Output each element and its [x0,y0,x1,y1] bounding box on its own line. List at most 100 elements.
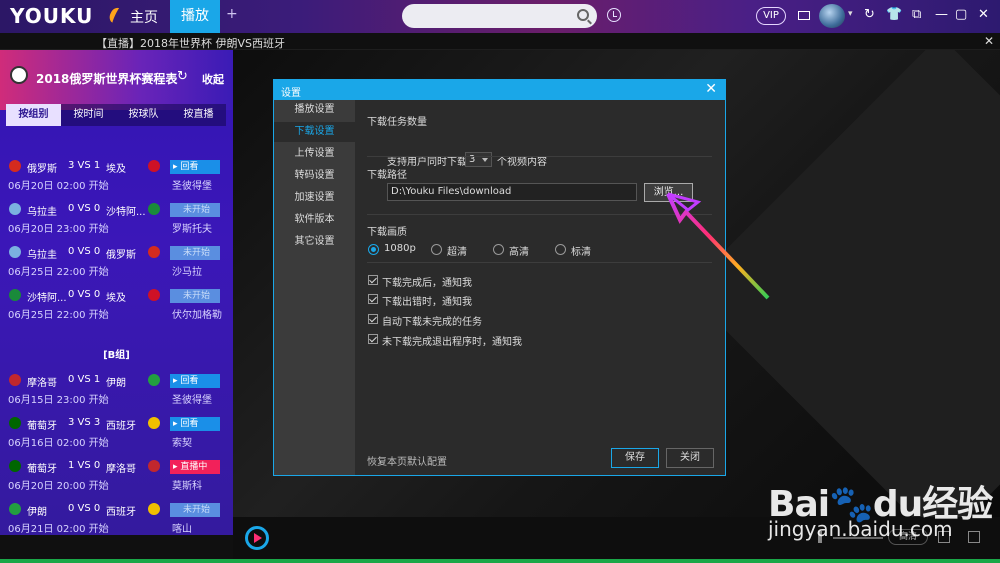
list-item[interactable]: 伊朗 0 VS 0 西班牙 未开始 06月21日 02:00 开始 喀山 [0,501,233,535]
match-score: 3 VS 1 [68,160,101,171]
menu-software-version[interactable]: 软件版本 [274,210,355,230]
mail-icon[interactable] [798,11,810,20]
menu-play-settings[interactable]: 播放设置 [274,100,355,120]
match-status-button[interactable]: 未开始 [170,503,220,517]
away-team: 俄罗斯 [106,250,136,261]
checkbox-notify-complete[interactable] [368,275,378,285]
live-title: 【直播】2018年世界杯 伊朗VS西班牙 [96,37,285,50]
tab-by-time[interactable]: 按时间 [61,104,116,126]
away-team: 沙特阿... [106,207,146,218]
checkbox-label-auto-resume: 自动下载未完成的任务 [382,317,482,328]
checkbox-notify-exit[interactable] [368,334,378,344]
match-venue: 沙马拉 [172,267,202,278]
menu-other-settings[interactable]: 其它设置 [274,232,355,252]
match-time: 06月16日 02:00 开始 [8,438,109,449]
minimize-icon[interactable]: — [935,7,948,23]
checkbox-auto-resume[interactable] [368,314,378,324]
settings-menu: 播放设置 下载设置 上传设置 转码设置 加速设置 软件版本 其它设置 [274,100,355,475]
menu-upload-settings[interactable]: 上传设置 [274,144,355,164]
collapse-button[interactable]: 收起 [202,71,224,87]
play-icon[interactable] [245,526,269,550]
download-path-label: 下载路径 [367,170,407,181]
home-flag-icon [9,417,21,429]
match-venue: 喀山 [172,524,192,535]
menu-accelerate-settings[interactable]: 加速设置 [274,188,355,208]
download-path-input[interactable]: D:\Youku Files\download [387,183,637,201]
maximize-icon[interactable]: ▢ [955,7,967,23]
refresh-icon[interactable]: ↻ [864,7,875,23]
home-team: 俄罗斯 [27,164,57,175]
checkbox-notify-error[interactable] [368,294,378,304]
search-input[interactable] [402,4,597,28]
tab-by-group[interactable]: 按组别 [6,104,61,126]
list-item[interactable]: 乌拉圭 0 VS 0 沙特阿... 未开始 06月20日 23:00 开始 罗斯托夫 [0,201,233,245]
match-venue: 伏尔加格勒 [172,310,222,321]
list-item[interactable]: 葡萄牙 3 VS 3 西班牙 ▸ 回看 06月16日 02:00 开始 索契 [0,415,233,459]
checkbox-label-notify-complete: 下载完成后，通知我 [382,278,472,289]
match-time: 06月21日 02:00 开始 [8,524,109,535]
match-status-button[interactable]: 未开始 [170,289,220,303]
task-count-select[interactable]: 3 [465,152,492,167]
quality-radio-super[interactable] [431,244,442,255]
nav-home-tab[interactable]: 主页 [130,7,158,27]
task-count-label: 下载任务数量 [367,117,427,128]
watermark-url: jingyan.baidu.com [768,517,953,541]
history-icon[interactable] [607,8,621,22]
home-flag-icon [9,203,21,215]
tab-by-live[interactable]: 按直播 [171,104,226,126]
away-team: 摩洛哥 [106,464,136,475]
list-item[interactable]: 俄罗斯 3 VS 1 埃及 ▸ 回看 06月20日 02:00 开始 圣彼得堡 [0,158,233,202]
match-time: 06月20日 23:00 开始 [8,224,109,235]
quality-radio-1080p[interactable] [368,244,379,255]
quality-radio-standard[interactable] [555,244,566,255]
save-button[interactable]: 保存 [611,448,659,468]
dialog-header: 设置 ✕ [274,80,725,100]
home-team: 伊朗 [27,507,47,518]
schedule-tabs: 按组别 按时间 按球队 按直播 [6,104,226,126]
quality-label-1080p: 1080p [384,243,416,254]
refresh-icon[interactable]: ↻ [177,69,188,84]
nav-play-tab[interactable]: 播放 [170,0,220,33]
match-score: 0 VS 0 [68,289,101,300]
menu-download-settings[interactable]: 下载设置 [274,122,355,142]
list-item[interactable]: 摩洛哥 0 VS 1 伊朗 ▸ 回看 06月15日 23:00 开始 圣彼得堡 [0,372,233,416]
match-status-button[interactable]: ▸ 回看 [170,417,220,431]
quality-radio-high[interactable] [493,244,504,255]
match-status-button[interactable]: 未开始 [170,246,220,260]
match-score: 1 VS 0 [68,460,101,471]
menu-transcode-settings[interactable]: 转码设置 [274,166,355,186]
home-team: 葡萄牙 [27,421,57,432]
away-flag-icon [148,374,160,386]
home-team: 乌拉圭 [27,250,57,261]
close-icon[interactable]: ✕ [978,7,989,23]
match-status-button[interactable]: 未开始 [170,203,220,217]
match-venue: 莫斯科 [172,481,202,492]
divider [367,156,712,157]
reset-defaults-link[interactable]: 恢复本页默认配置 [367,453,447,468]
match-time: 06月20日 20:00 开始 [8,481,109,492]
live-title-bar: 【直播】2018年世界杯 伊朗VS西班牙 ✕ [0,33,1000,50]
close-icon[interactable]: ✕ [984,34,994,48]
avatar[interactable] [819,4,845,28]
logo-text: YOUKU [10,4,94,28]
list-item[interactable]: 沙特阿... 0 VS 0 埃及 未开始 06月25日 22:00 开始 伏尔加格勒 [0,287,233,331]
search-icon[interactable] [577,9,589,21]
match-status-button[interactable]: ▸ 回看 [170,374,220,388]
add-tab-button[interactable]: + [226,6,238,22]
match-status-button[interactable]: ▸ 回看 [170,160,220,174]
chevron-down-icon[interactable]: ▾ [848,9,853,19]
list-item[interactable]: 乌拉圭 0 VS 0 俄罗斯 未开始 06月25日 22:00 开始 沙马拉 [0,244,233,288]
vip-button[interactable]: VIP [756,7,786,25]
match-status-button[interactable]: ▸ 直播中 [170,460,220,474]
list-item[interactable]: 葡萄牙 1 VS 0 摩洛哥 ▸ 直播中 06月20日 20:00 开始 莫斯科 [0,458,233,502]
home-team: 沙特阿... [27,293,67,304]
close-button[interactable]: 关闭 [666,448,714,468]
mini-mode-icon[interactable]: ⧉ [912,7,921,23]
away-flag-icon [148,417,160,429]
close-icon[interactable]: ✕ [705,81,717,97]
youku-logo[interactable]: YOUKU [10,4,93,28]
skin-icon[interactable]: 👕 [886,7,902,23]
away-team: 埃及 [106,164,126,175]
home-flag-icon [9,246,21,258]
tab-by-team[interactable]: 按球队 [116,104,171,126]
